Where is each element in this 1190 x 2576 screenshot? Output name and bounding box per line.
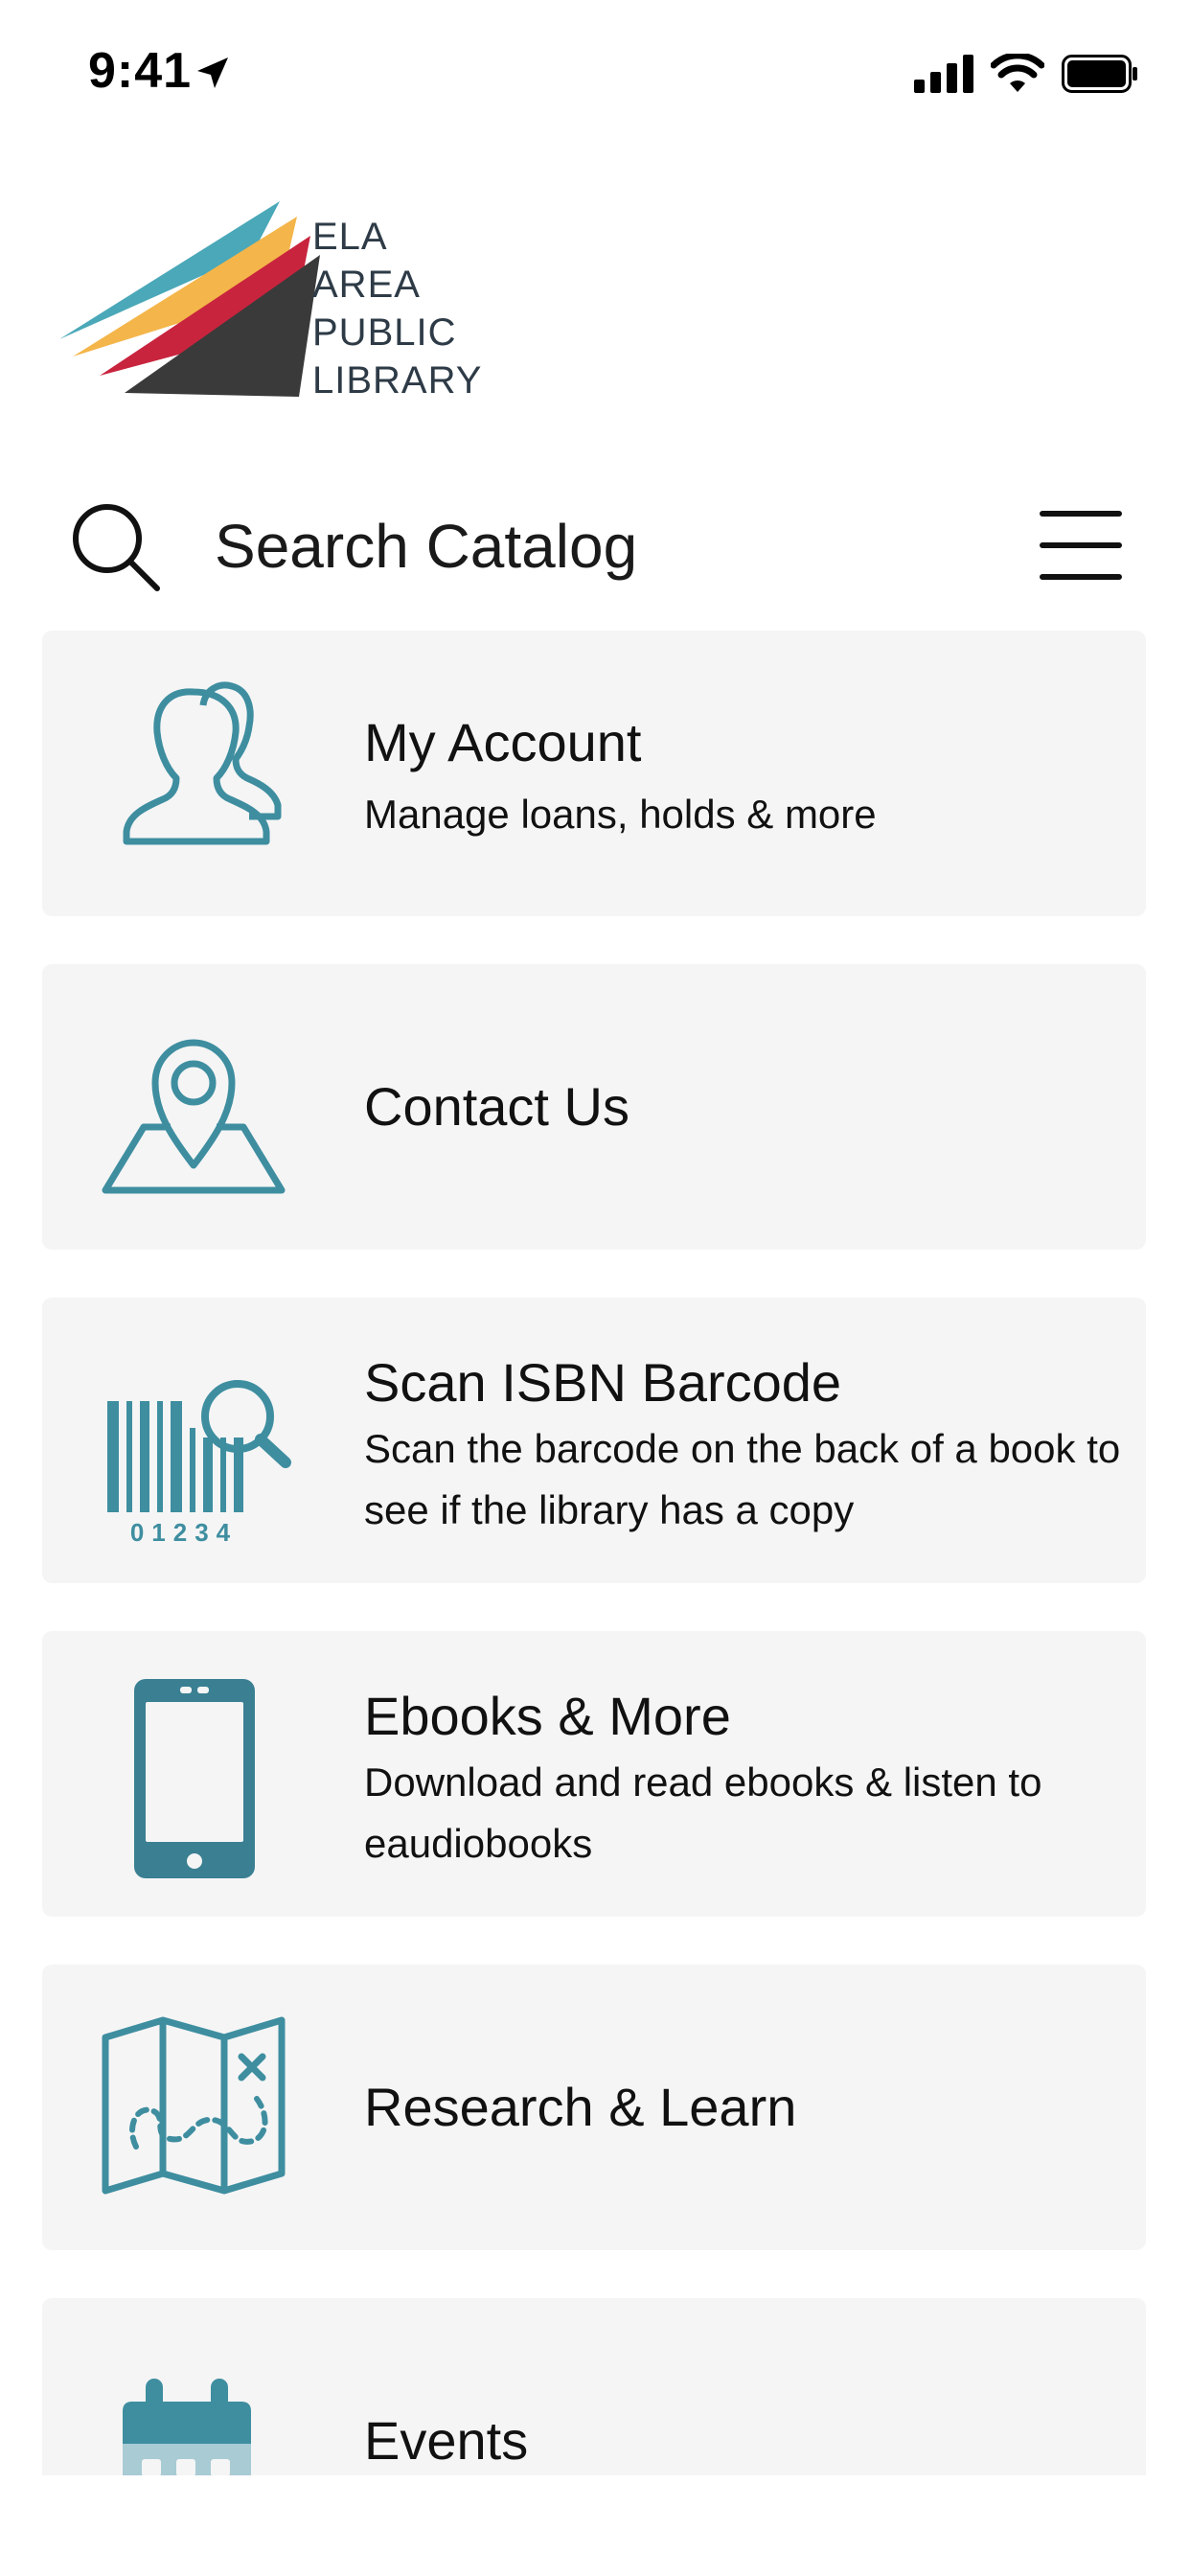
card-title: My Account xyxy=(364,712,642,772)
location-arrow-icon xyxy=(197,58,228,88)
library-name-line: PUBLIC xyxy=(312,311,457,354)
library-name-line: ELA xyxy=(312,216,388,258)
events-button[interactable]: Events xyxy=(42,2298,1146,2475)
battery-icon xyxy=(1062,55,1137,93)
signal-icon xyxy=(914,55,973,93)
hamburger-menu-icon[interactable] xyxy=(1035,502,1127,588)
library-name-line: AREA xyxy=(312,264,421,306)
search-input[interactable] xyxy=(215,508,962,585)
card-subtitle: Download and read ebooks & listen to eau… xyxy=(364,1760,1042,1866)
barcode-digits: 01234 xyxy=(130,1518,238,1547)
card-subtitle: Scan the barcode on the back of a book t… xyxy=(364,1426,1121,1532)
my-account-button[interactable]: My Account Manage loans, holds & more xyxy=(42,631,1146,916)
search-bar xyxy=(0,479,1190,613)
card-title: Research & Learn xyxy=(364,2077,797,2137)
status-bar: 9:41 xyxy=(0,0,1190,144)
card-title: Events xyxy=(364,2410,529,2471)
research-and-learn-button[interactable]: Research & Learn xyxy=(42,1965,1146,2250)
barcode-scan-icon: 01234 xyxy=(107,1380,291,1547)
card-title: Ebooks & More xyxy=(364,1686,731,1746)
contact-us-button[interactable]: Contact Us xyxy=(42,964,1146,1250)
wifi-icon xyxy=(991,54,1044,92)
map-pin-icon xyxy=(102,1039,286,1194)
library-name: ELA AREA PUBLIC LIBRARY xyxy=(312,213,482,404)
menu-list: My Account Manage loans, holds & more Co… xyxy=(42,631,1146,2475)
card-title: Contact Us xyxy=(364,1076,629,1137)
treasure-map-icon xyxy=(102,2016,286,2195)
card-title: Scan ISBN Barcode xyxy=(364,1352,842,1413)
search-icon[interactable] xyxy=(67,498,163,594)
ebooks-and-more-button[interactable]: Ebooks & More Download and read ebooks &… xyxy=(42,1631,1146,1917)
users-icon xyxy=(123,681,282,845)
scan-isbn-barcode-button[interactable]: 01234 Scan ISBN Barcode Scan the barcode… xyxy=(42,1298,1146,1583)
status-indicators xyxy=(914,52,1138,96)
status-time: 9:41 xyxy=(88,43,193,99)
calendar-icon xyxy=(123,2379,251,2475)
library-name-line: LIBRARY xyxy=(312,359,483,402)
card-subtitle: Manage loans, holds & more xyxy=(364,792,877,837)
smartphone-icon xyxy=(134,1679,255,1878)
